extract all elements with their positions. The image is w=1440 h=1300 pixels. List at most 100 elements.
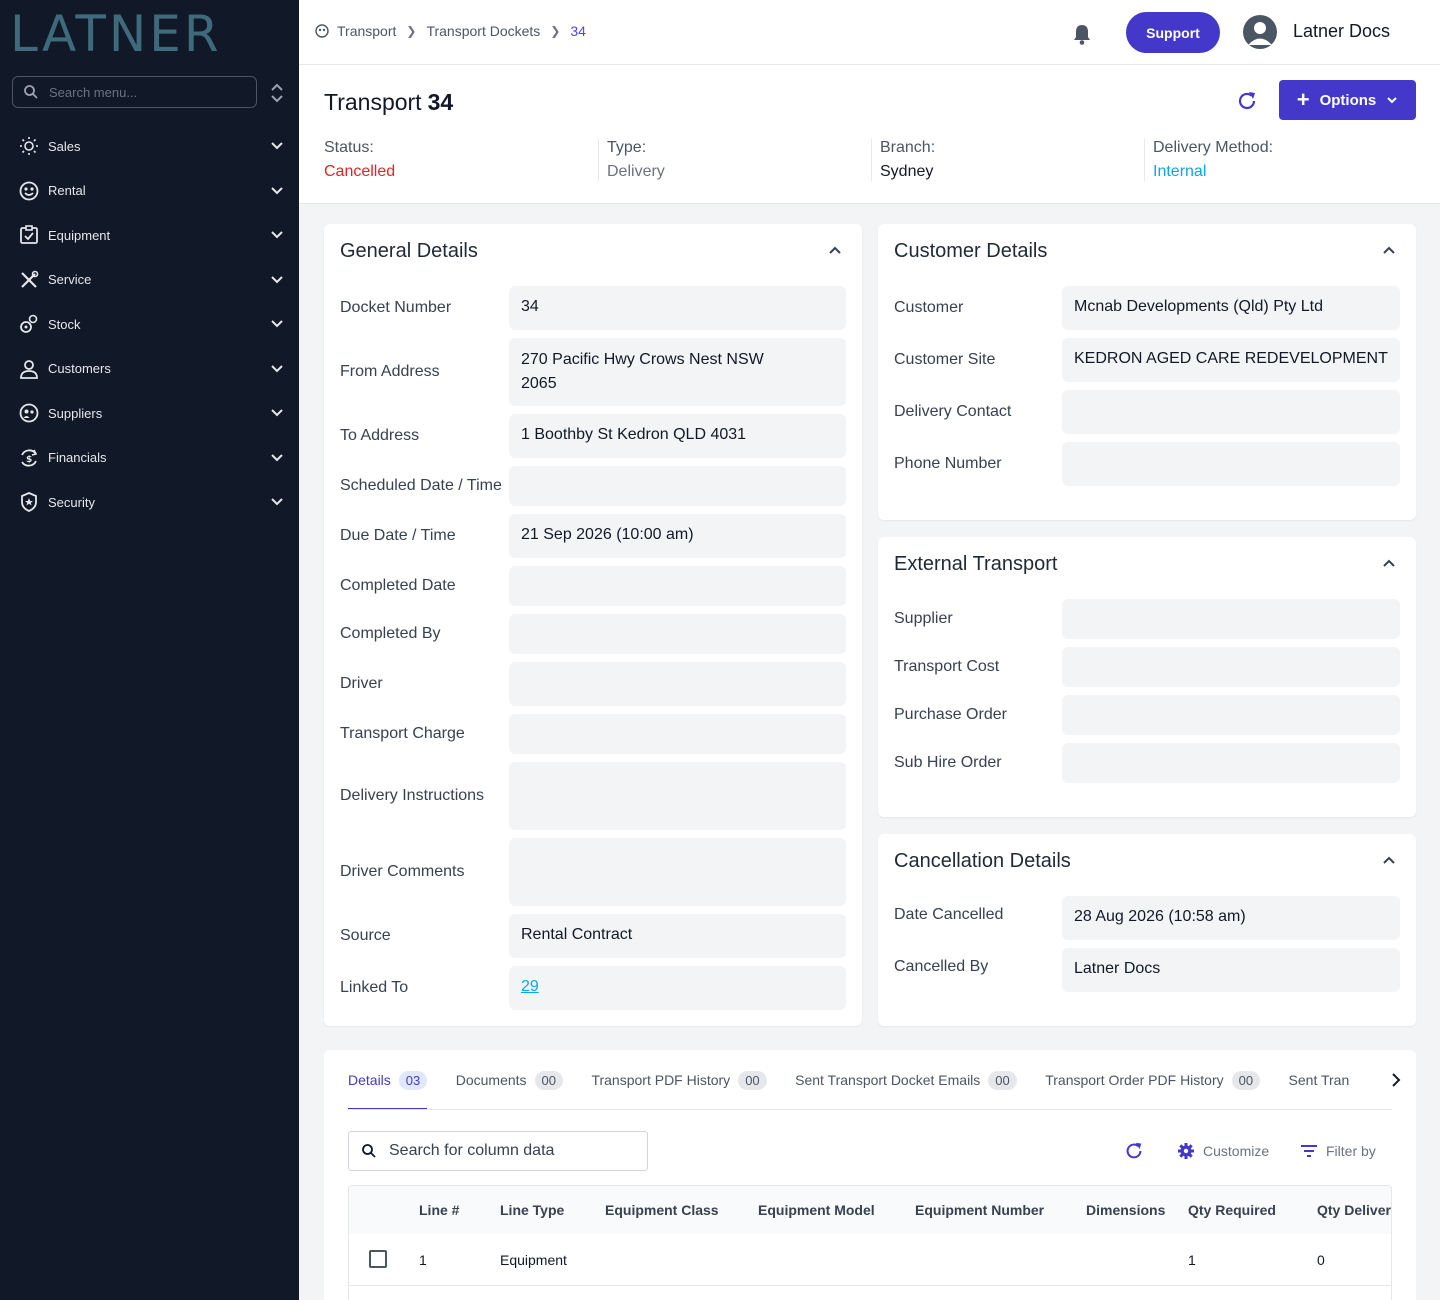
tab-transport-pdf-history[interactable]: Transport PDF History 00 — [591, 1050, 767, 1109]
logo[interactable]: LATNER — [10, 5, 280, 63]
chevron-right-icon[interactable] — [1388, 1072, 1404, 1088]
row-checkbox[interactable] — [369, 1250, 387, 1268]
delivery-method-label: Delivery Method: — [1153, 139, 1274, 156]
customize-button[interactable]: Customize — [1177, 1142, 1269, 1160]
field-label: Transport Charge — [340, 725, 465, 742]
from-address-value[interactable]: 270 Pacific Hwy Crows Nest NSW 2065 — [509, 338, 846, 406]
card-title: Cancellation Details — [894, 850, 1071, 872]
tab-label: Sent Tran — [1288, 1072, 1350, 1088]
column-header-qty-required[interactable]: Qty Required — [1188, 1202, 1276, 1218]
column-header-qty-delivered[interactable]: Qty Deliver — [1317, 1202, 1391, 1218]
field-docket-number: Docket Number 34 — [340, 286, 846, 330]
chevron-up-icon[interactable] — [1382, 853, 1396, 867]
table-row[interactable]: 1 Equipment 1 0 — [349, 1234, 1391, 1286]
tab-documents[interactable]: Documents 00 — [456, 1050, 563, 1109]
count-badge: 00 — [738, 1070, 767, 1090]
column-header-line[interactable]: Line # — [419, 1202, 459, 1218]
chevron-down-icon — [271, 186, 283, 194]
sidebar-item-label: Stock — [48, 316, 81, 332]
phone-number-value[interactable] — [1062, 442, 1400, 486]
sidebar-item-sales[interactable]: Sales — [0, 124, 299, 169]
card-title: External Transport — [894, 553, 1058, 575]
breadcrumb-transport-dockets[interactable]: Transport Dockets — [426, 23, 540, 39]
driver-comments-value[interactable] — [509, 838, 846, 906]
transport-charge-value[interactable] — [509, 714, 846, 754]
customer-details-card: Customer Details Customer Mcnab Developm… — [878, 224, 1416, 520]
chevron-up-icon[interactable] — [828, 243, 842, 257]
completed-by-value[interactable] — [509, 614, 846, 654]
column-header-line-type[interactable]: Line Type — [500, 1202, 564, 1218]
shield-icon — [18, 491, 40, 513]
docket-number-value[interactable]: 34 — [509, 286, 846, 330]
chevron-up-icon[interactable] — [1382, 556, 1396, 570]
customer-site-value[interactable]: KEDRON AGED CARE REDEVELOPMENT — [1062, 338, 1400, 382]
sidebar-item-suppliers[interactable]: Suppliers — [0, 391, 299, 436]
tab-label: Details — [348, 1072, 391, 1088]
linked-to-link[interactable]: 29 — [521, 978, 539, 995]
field-label: Delivery Instructions — [340, 787, 485, 804]
field-label: Scheduled Date / Time — [340, 477, 502, 494]
tab-sent-transport-docket-emails[interactable]: Sent Transport Docket Emails 00 — [795, 1050, 1017, 1109]
support-button[interactable]: Support — [1126, 12, 1220, 53]
sidebar-search-input[interactable] — [49, 84, 239, 100]
cell-line-type: Equipment — [500, 1252, 567, 1268]
purchase-order-value[interactable] — [1062, 695, 1400, 735]
sidebar-item-security[interactable]: Security — [0, 480, 299, 525]
supplier-value[interactable] — [1062, 599, 1400, 639]
due-date-value[interactable]: 21 Sep 2026 (10:00 am) — [509, 514, 846, 558]
date-cancelled-value[interactable]: 28 Aug 2026 (10:58 am) — [1062, 896, 1400, 940]
cancelled-by-value[interactable]: Latner Docs — [1062, 948, 1400, 992]
filter-icon — [1301, 1145, 1317, 1157]
page-title-number: 34 — [427, 89, 454, 115]
user-name[interactable]: Latner Docs — [1293, 21, 1390, 42]
field-label: Due Date / Time — [340, 527, 456, 544]
sidebar-item-label: Sales — [48, 138, 81, 154]
field-to-address: To Address 1 Boothby St Kedron QLD 4031 — [340, 414, 846, 458]
delivery-contact-value[interactable] — [1062, 390, 1400, 434]
refresh-icon[interactable] — [1235, 89, 1259, 113]
delivery-instructions-value[interactable] — [509, 762, 846, 830]
sidebar-item-rental[interactable]: Rental — [0, 169, 299, 214]
field-label: Cancelled By — [894, 958, 989, 975]
tab-sent-transport-order-emails[interactable]: Sent Tran — [1288, 1050, 1350, 1109]
status-label: Status: — [324, 139, 374, 156]
table-search-input[interactable] — [389, 1142, 629, 1160]
collapse-sidebar-icon[interactable] — [268, 82, 286, 104]
chevron-down-icon — [271, 453, 283, 461]
sidebar-search[interactable] — [12, 76, 257, 108]
scheduled-date-value[interactable] — [509, 466, 846, 506]
refresh-icon[interactable] — [1123, 1140, 1145, 1162]
field-driver-comments: Driver Comments — [340, 838, 846, 906]
sidebar-item-equipment[interactable]: Equipment — [0, 213, 299, 258]
column-header-equipment-model[interactable]: Equipment Model — [758, 1202, 875, 1218]
column-header-dimensions[interactable]: Dimensions — [1086, 1202, 1165, 1218]
sidebar-item-customers[interactable]: Customers — [0, 347, 299, 392]
filter-button[interactable]: Filter by — [1300, 1142, 1376, 1160]
table-search[interactable] — [348, 1131, 648, 1171]
avatar[interactable] — [1243, 15, 1277, 49]
customer-value[interactable]: Mcnab Developments (Qld) Pty Ltd — [1062, 286, 1400, 330]
bell-icon[interactable] — [1071, 22, 1093, 46]
transport-cost-value[interactable] — [1062, 647, 1400, 687]
sidebar-item-service[interactable]: Service — [0, 258, 299, 303]
field-label: Customer Site — [894, 351, 996, 368]
tab-label: Sent Transport Docket Emails — [795, 1072, 981, 1088]
driver-value[interactable] — [509, 662, 846, 706]
field-date-cancelled: Date Cancelled 28 Aug 2026 (10:58 am) — [894, 896, 1400, 940]
completed-date-value[interactable] — [509, 566, 846, 606]
options-button[interactable]: + Options — [1279, 80, 1416, 120]
sub-hire-order-value[interactable] — [1062, 743, 1400, 783]
column-header-equipment-class[interactable]: Equipment Class — [605, 1202, 719, 1218]
breadcrumb-transport[interactable]: Transport — [337, 23, 396, 39]
to-address-value[interactable]: 1 Boothby St Kedron QLD 4031 — [509, 414, 846, 458]
tab-transport-order-pdf-history[interactable]: Transport Order PDF History 00 — [1045, 1050, 1261, 1109]
sidebar-item-stock[interactable]: Stock — [0, 302, 299, 347]
branch-label: Branch: — [880, 139, 936, 156]
type-label: Type: — [607, 139, 647, 156]
chevron-up-icon[interactable] — [1382, 243, 1396, 257]
source-value[interactable]: Rental Contract — [509, 914, 846, 958]
tab-details[interactable]: Details 03 — [348, 1050, 428, 1109]
column-header-equipment-number[interactable]: Equipment Number — [915, 1202, 1044, 1218]
count-badge: 00 — [988, 1070, 1017, 1090]
sidebar-item-financials[interactable]: $ Financials — [0, 436, 299, 481]
